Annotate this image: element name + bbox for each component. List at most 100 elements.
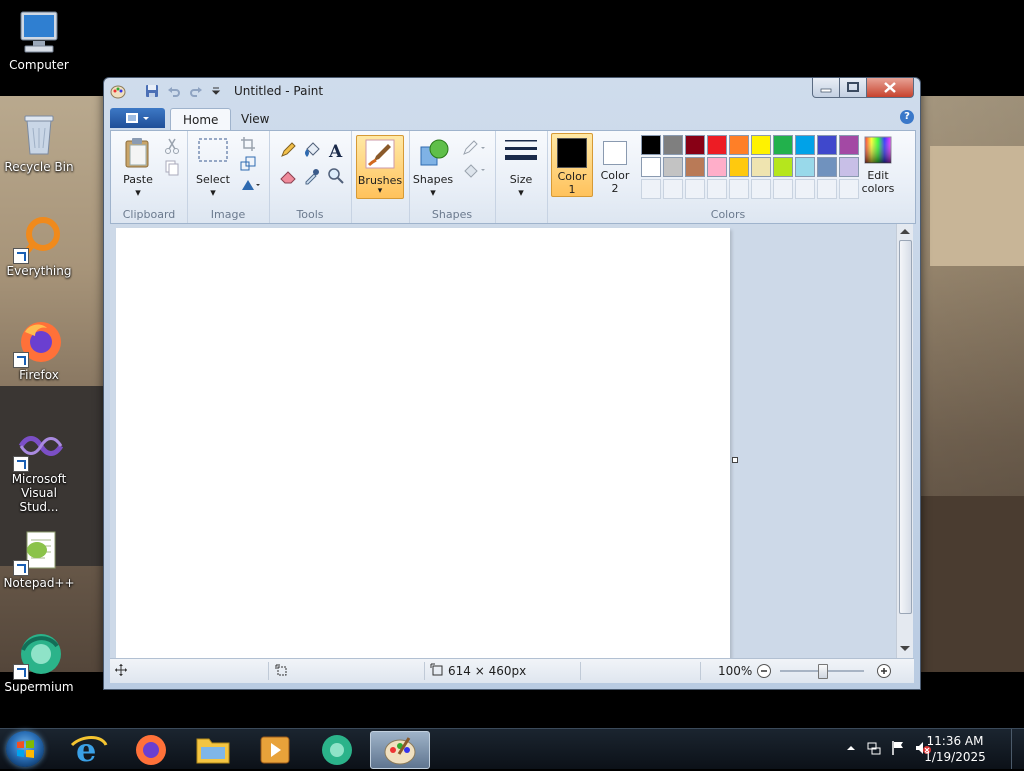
desktop-icon-firefox[interactable]: Firefox [0, 318, 78, 382]
canvas-resize-handle[interactable] [732, 457, 738, 463]
window-title: Untitled - Paint [234, 84, 324, 98]
minimize-button[interactable] [812, 78, 840, 98]
paste-button[interactable]: Paste ▾ [115, 173, 161, 199]
tray-expand-icon[interactable] [846, 743, 856, 756]
desktop-icon-label: Supermium [4, 680, 74, 694]
palette-color-swatch[interactable] [751, 157, 771, 177]
paint-menu-button[interactable] [110, 108, 165, 128]
fill-shape-icon[interactable] [461, 161, 487, 179]
color-picker-icon[interactable] [303, 167, 321, 185]
copy-icon[interactable] [163, 159, 181, 177]
palette-empty-swatch[interactable] [641, 179, 661, 199]
tab-view[interactable]: View [229, 108, 281, 130]
color2-button[interactable]: Color 2 [595, 133, 635, 195]
zoom-in-icon[interactable] [876, 663, 892, 682]
scroll-thumb[interactable] [899, 240, 912, 614]
palette-color-swatch[interactable] [685, 157, 705, 177]
visual-studio-icon [13, 422, 64, 472]
start-button[interactable] [6, 731, 44, 767]
palette-color-swatch[interactable] [641, 135, 661, 155]
scroll-down-icon[interactable] [900, 646, 910, 651]
drawing-canvas[interactable] [116, 228, 730, 658]
palette-color-swatch[interactable] [751, 135, 771, 155]
palette-empty-swatch[interactable] [751, 179, 771, 199]
palette-empty-swatch[interactable] [707, 179, 727, 199]
desktop-icon-notepadpp[interactable]: Notepad++ [0, 526, 78, 590]
palette-color-swatch[interactable] [817, 157, 837, 177]
vertical-scrollbar[interactable] [896, 224, 913, 658]
rotate-icon[interactable] [239, 175, 260, 193]
brushes-group: Brushes ▾ [351, 131, 410, 223]
palette-color-swatch[interactable] [773, 157, 793, 177]
palette-color-swatch[interactable] [707, 135, 727, 155]
edit-colors-button[interactable]: Edit colors [855, 133, 901, 195]
wallpaper-shape [930, 146, 1024, 266]
palette-color-swatch[interactable] [663, 157, 683, 177]
eraser-icon[interactable] [279, 167, 297, 185]
taskbar-file-explorer[interactable] [186, 731, 240, 767]
palette-empty-swatch[interactable] [795, 179, 815, 199]
brushes-button[interactable]: Brushes ▾ [356, 135, 404, 199]
taskbar-firefox[interactable] [124, 731, 178, 767]
palette-color-swatch[interactable] [795, 157, 815, 177]
shapes-icon[interactable] [417, 137, 449, 169]
zoom-slider-thumb[interactable] [818, 664, 828, 679]
outline-icon[interactable] [461, 139, 487, 157]
palette-color-swatch[interactable] [663, 135, 683, 155]
color1-button[interactable]: Color 1 [551, 133, 593, 197]
title-bar[interactable]: Untitled - Paint [104, 78, 920, 104]
text-icon[interactable]: A [327, 141, 345, 162]
desktop-icon-everything[interactable]: Everything [0, 214, 78, 278]
fill-icon[interactable] [303, 141, 321, 159]
taskbar-internet-explorer[interactable]: e [62, 731, 116, 769]
taskbar-paint[interactable] [370, 731, 430, 769]
tab-home[interactable]: Home [170, 108, 232, 131]
palette-color-swatch[interactable] [707, 157, 727, 177]
paste-icon[interactable] [123, 137, 153, 169]
clock[interactable]: 11:36 AM 1/19/2025 [920, 733, 990, 765]
select-icon[interactable] [197, 137, 229, 165]
select-button[interactable]: Select ▾ [191, 173, 235, 199]
desktop-icon-visual-studio[interactable]: Microsoft Visual Stud... [0, 422, 78, 514]
save-icon[interactable] [144, 83, 160, 99]
palette-empty-swatch[interactable] [817, 179, 837, 199]
zoom-out-icon[interactable] [756, 663, 772, 682]
palette-empty-swatch[interactable] [663, 179, 683, 199]
taskbar-supermium[interactable] [310, 731, 364, 767]
palette-empty-swatch[interactable] [685, 179, 705, 199]
network-icon[interactable] [866, 740, 882, 759]
maximize-button[interactable] [839, 78, 867, 98]
redo-icon[interactable] [188, 83, 204, 99]
show-desktop-button[interactable] [1011, 729, 1024, 769]
palette-color-swatch[interactable] [729, 157, 749, 177]
paint-app-icon[interactable] [110, 83, 126, 99]
taskbar-media-player[interactable] [248, 731, 302, 767]
palette-color-swatch[interactable] [685, 135, 705, 155]
close-button[interactable] [866, 78, 914, 98]
crop-icon[interactable] [239, 135, 257, 153]
status-bar: 614 × 460px 100% [110, 658, 914, 683]
cut-icon[interactable] [163, 137, 181, 155]
palette-color-swatch[interactable] [729, 135, 749, 155]
desktop-icon-label: Microsoft Visual Stud... [11, 472, 67, 514]
resize-icon[interactable] [239, 155, 257, 173]
palette-color-swatch[interactable] [773, 135, 793, 155]
size-button[interactable]: Size ▾ [495, 173, 547, 199]
palette-empty-swatch[interactable] [773, 179, 793, 199]
help-icon[interactable]: ? [900, 110, 914, 124]
undo-icon[interactable] [166, 83, 182, 99]
desktop-icon-supermium[interactable]: Supermium [0, 630, 78, 694]
action-center-flag-icon[interactable] [890, 740, 906, 759]
size-icon[interactable] [503, 137, 539, 167]
customize-qat-icon[interactable] [208, 83, 224, 99]
magnifier-icon[interactable] [327, 167, 345, 185]
pencil-icon[interactable] [279, 141, 297, 159]
palette-color-swatch[interactable] [795, 135, 815, 155]
desktop-icon-computer[interactable]: Computer [0, 8, 78, 72]
scroll-up-icon[interactable] [900, 229, 910, 234]
palette-color-swatch[interactable] [641, 157, 661, 177]
palette-empty-swatch[interactable] [729, 179, 749, 199]
palette-color-swatch[interactable] [817, 135, 837, 155]
shapes-button[interactable]: Shapes ▾ [409, 173, 457, 199]
desktop-icon-recycle-bin[interactable]: Recycle Bin [0, 110, 78, 174]
